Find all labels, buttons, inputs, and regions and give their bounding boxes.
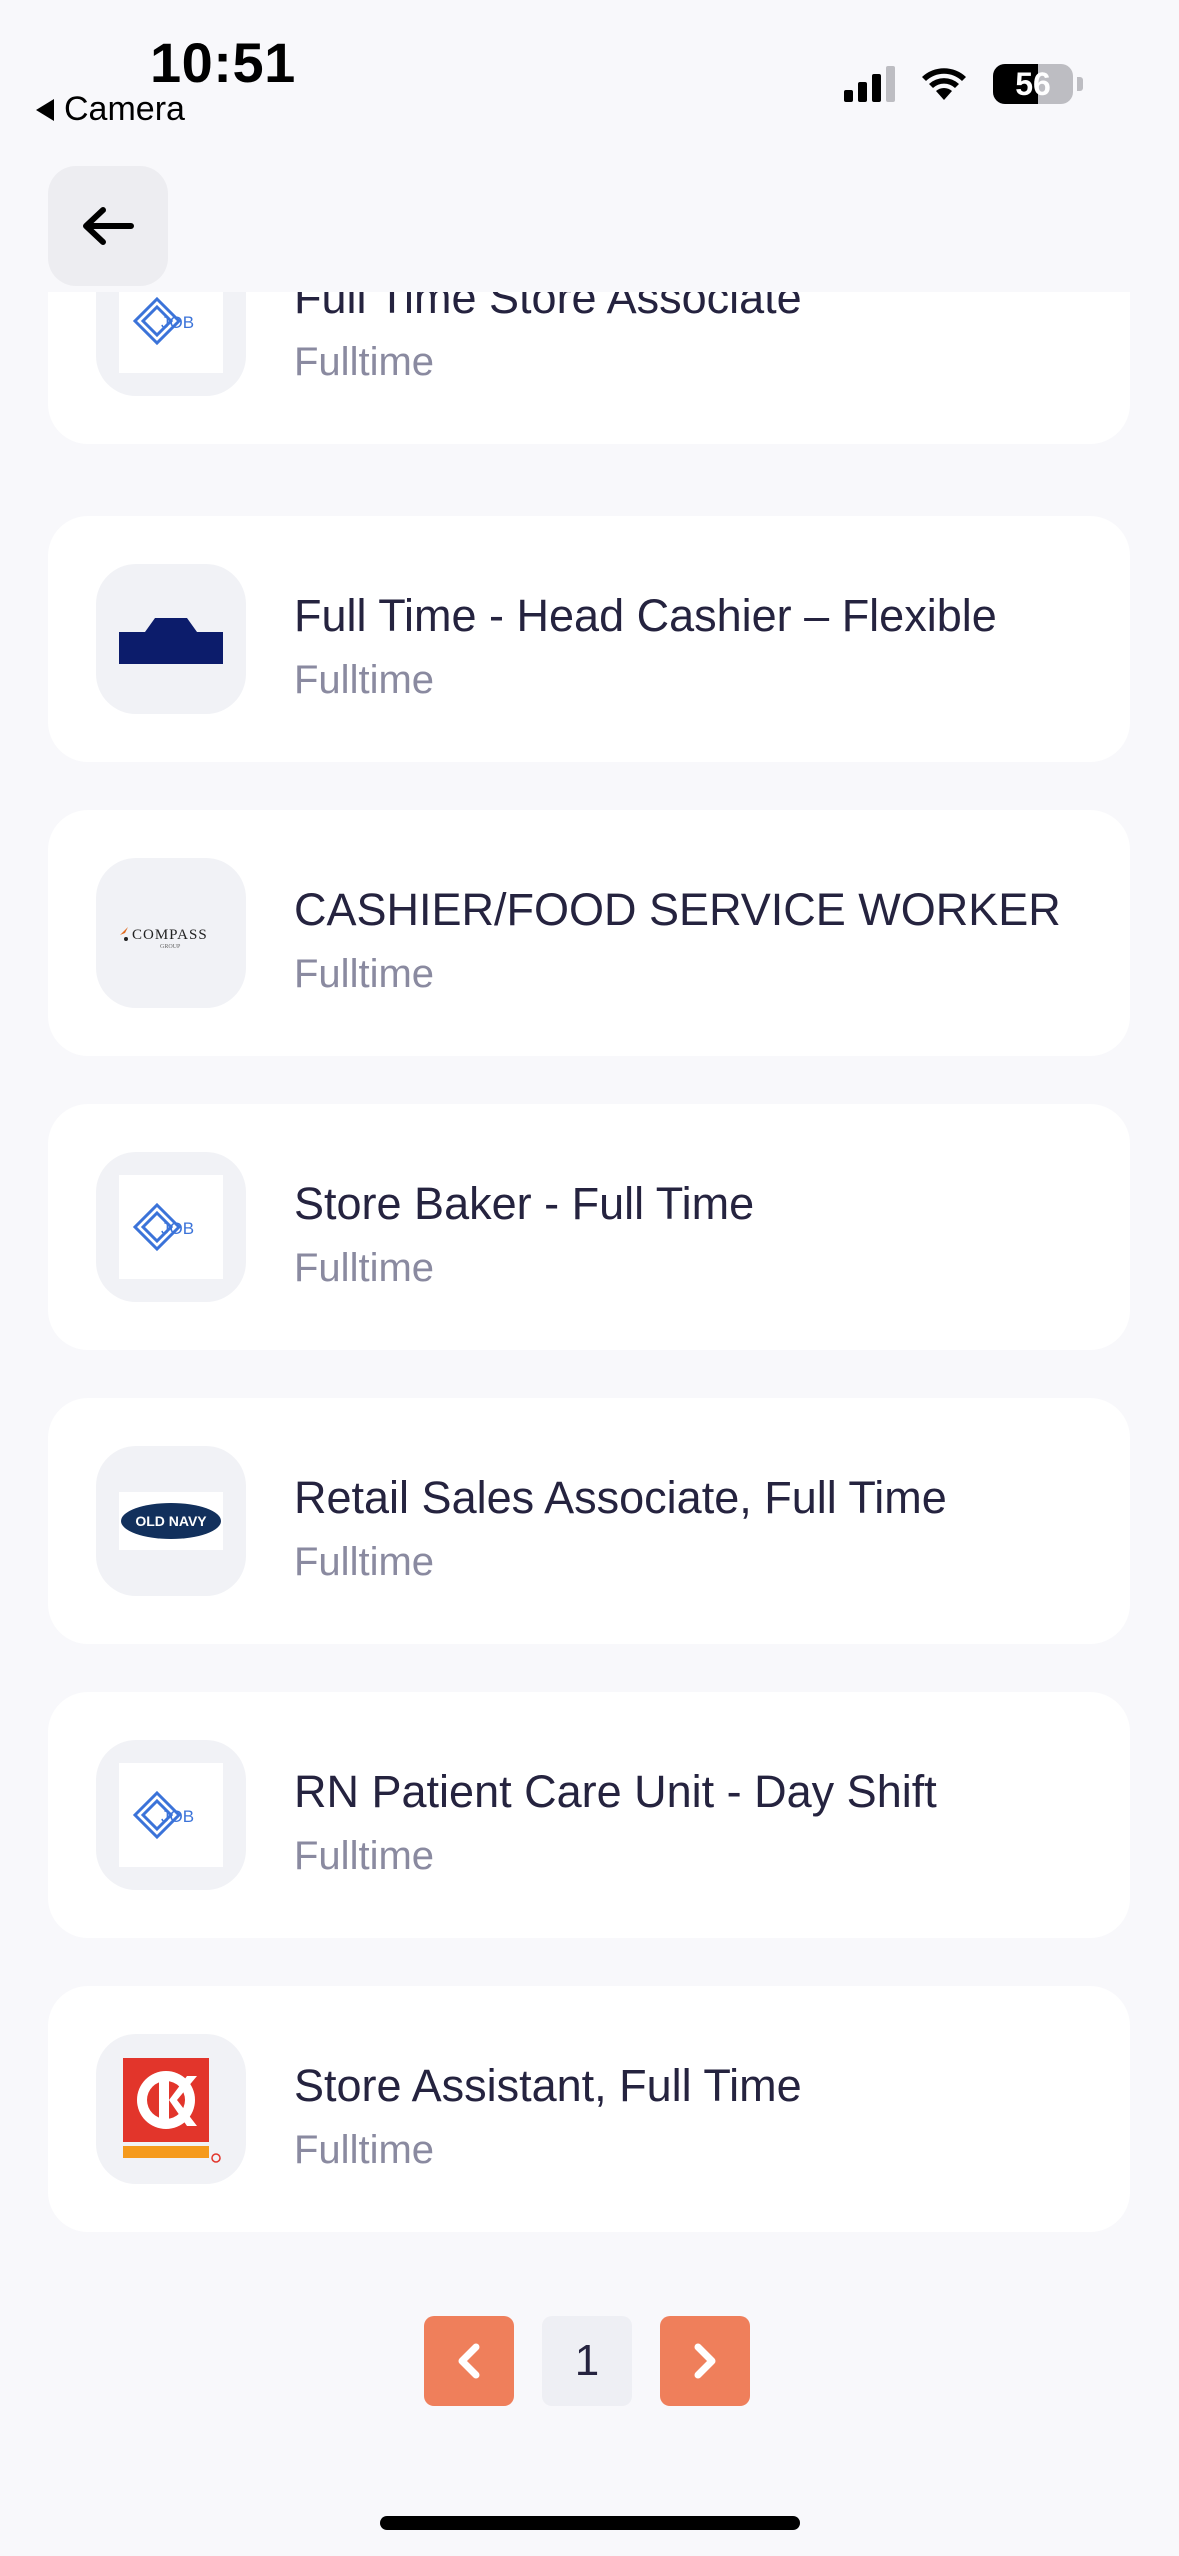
- status-icons: 56: [844, 64, 1083, 104]
- svg-text:JOB: JOB: [161, 1219, 194, 1238]
- home-indicator[interactable]: [380, 2516, 800, 2530]
- svg-text:COMPASS: COMPASS: [132, 927, 208, 943]
- job-logo-icon: JOB: [132, 296, 194, 346]
- company-logo: COMPASS GROUP: [96, 858, 246, 1008]
- job-card[interactable]: JOB Full Time Store Associate Fulltime: [48, 292, 1130, 444]
- company-logo: JOB: [96, 1740, 246, 1890]
- job-title: CASHIER/FOOD SERVICE WORKER: [294, 884, 1061, 935]
- job-type: Fulltime: [294, 952, 435, 996]
- job-card[interactable]: JOB Store Baker - Full Time Fulltime: [48, 1104, 1130, 1350]
- back-button[interactable]: [48, 166, 168, 286]
- arrow-left-icon: [83, 207, 134, 245]
- job-type: Fulltime: [294, 340, 435, 384]
- job-card[interactable]: Full Time - Head Cashier – Flexible Full…: [48, 516, 1130, 762]
- svg-text:JOB: JOB: [161, 313, 194, 332]
- job-type: Fulltime: [294, 2128, 435, 2172]
- job-title: Store Baker - Full Time: [294, 1178, 755, 1229]
- company-logo: JOB: [96, 292, 246, 396]
- job-card[interactable]: OLD NAVY Retail Sales Associate, Full Ti…: [48, 1398, 1130, 1644]
- battery-level: 56: [1015, 65, 1051, 102]
- old-navy-logo-icon: OLD NAVY: [121, 1503, 221, 1539]
- job-type: Fulltime: [294, 658, 435, 702]
- status-time: 10:51: [150, 31, 296, 94]
- compass-logo-icon: COMPASS GROUP: [120, 927, 208, 950]
- back-app-label: Camera: [64, 90, 185, 128]
- job-title: Store Assistant, Full Time: [294, 2060, 802, 2111]
- company-logo: JOB: [96, 1152, 246, 1302]
- chevron-right-icon: [694, 2343, 716, 2379]
- job-logo-icon: JOB: [132, 1202, 194, 1252]
- circle-k-logo-icon: [123, 2058, 221, 2163]
- wifi-icon: [922, 68, 966, 100]
- next-page-button[interactable]: [660, 2316, 750, 2406]
- pagination: 1: [424, 2316, 750, 2406]
- job-title: Retail Sales Associate, Full Time: [294, 1472, 947, 1523]
- company-logo: [96, 564, 246, 714]
- job-title: RN Patient Care Unit - Day Shift: [294, 1766, 937, 1817]
- cellular-signal-icon: [844, 66, 895, 102]
- job-type: Fulltime: [294, 1834, 435, 1878]
- company-logo: OLD NAVY: [96, 1446, 246, 1596]
- job-card[interactable]: JOB RN Patient Care Unit - Day Shift Ful…: [48, 1692, 1130, 1938]
- job-card[interactable]: Store Assistant, Full Time Fulltime: [48, 1986, 1130, 2232]
- battery-icon: 56: [993, 64, 1073, 104]
- job-type: Fulltime: [294, 1246, 435, 1290]
- job-title: Full Time Store Associate: [294, 292, 802, 323]
- chevron-left-icon: [458, 2343, 480, 2379]
- back-triangle-icon: [36, 98, 54, 121]
- svg-text:OLD NAVY: OLD NAVY: [135, 1513, 207, 1529]
- svg-text:GROUP: GROUP: [160, 944, 181, 950]
- job-type: Fulltime: [294, 1540, 435, 1584]
- previous-page-button[interactable]: [424, 2316, 514, 2406]
- job-card[interactable]: COMPASS GROUP CASHIER/FOOD SERVICE WORKE…: [48, 810, 1130, 1056]
- job-logo-icon: JOB: [132, 1790, 194, 1840]
- current-page-number[interactable]: 1: [542, 2316, 632, 2406]
- svg-text:JOB: JOB: [161, 1807, 194, 1826]
- company-logo: [96, 2034, 246, 2184]
- navy-building-logo-icon: [119, 618, 223, 664]
- back-to-camera-link[interactable]: Camera: [36, 90, 185, 129]
- job-title: Full Time - Head Cashier – Flexible: [294, 590, 997, 641]
- job-list: JOB Full Time Store Associate Fulltime F…: [0, 292, 1179, 2242]
